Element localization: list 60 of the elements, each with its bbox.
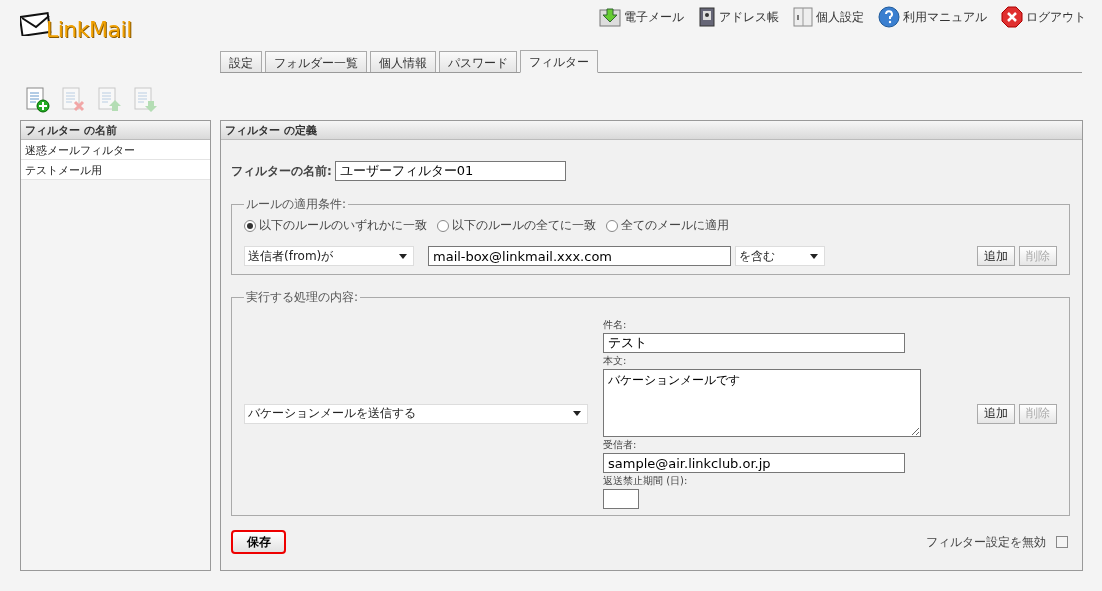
radio-button[interactable] <box>437 219 449 232</box>
recipient-field[interactable]: sample@air.linkclub.or.jp <box>603 453 905 473</box>
locker-icon <box>793 7 813 27</box>
checkbox[interactable] <box>1056 536 1068 548</box>
nav-label: ログアウト <box>1026 8 1086 26</box>
document-delete-icon <box>61 86 86 113</box>
field-label: 件名: <box>603 318 628 332</box>
inbox-download-icon <box>599 7 621 27</box>
condition-value-field[interactable]: mail-box@linkmail.xxx.com <box>428 246 731 266</box>
document-add-icon <box>25 86 50 113</box>
body-field[interactable]: バケーションメールです <box>603 369 921 437</box>
nav-link[interactable]: 電子メール <box>599 6 684 28</box>
period-field[interactable] <box>603 489 639 509</box>
caret-icon <box>399 253 407 259</box>
filter-name-field[interactable]: ユーザーフィルター01 <box>334 161 566 181</box>
tab[interactable]: 個人情報 <box>370 51 436 72</box>
document-up-icon <box>97 86 122 113</box>
checkbox-label: フィルター設定を無効 <box>926 533 1046 551</box>
tab[interactable]: フィルター <box>520 50 598 73</box>
nav-label: アドレス帳 <box>719 8 779 26</box>
panel-header: フィルター の名前 <box>21 121 210 140</box>
nav-link[interactable]: ログアウト <box>1001 6 1086 28</box>
nav-link[interactable]: アドレス帳 <box>698 6 779 28</box>
radio-button[interactable] <box>606 219 618 232</box>
radio-label: 以下のルールの全てに一致 <box>452 217 596 234</box>
action-button[interactable]: 追加 <box>977 246 1015 266</box>
subject-field[interactable]: テスト <box>603 333 905 353</box>
nav-label: 個人設定 <box>816 8 864 26</box>
nav-label: 利用マニュアル <box>903 8 987 26</box>
document-down-icon <box>133 86 158 113</box>
tab[interactable]: フォルダー一覧 <box>265 51 367 72</box>
logo-text: LinkMail <box>46 17 132 42</box>
field-label: 返送禁止期間 (日): <box>603 474 689 488</box>
tab[interactable]: 設定 <box>220 51 262 72</box>
help-icon <box>878 6 900 28</box>
radio-label: 以下のルールのいずれかに一致 <box>259 217 427 234</box>
save-button[interactable]: 保存 <box>231 530 286 554</box>
action-dropdown[interactable]: バケーションメールを送信する <box>244 403 588 424</box>
filter-list-item[interactable]: 迷惑メールフィルター <box>21 140 210 160</box>
caret-icon <box>573 411 581 416</box>
nav-link[interactable]: 個人設定 <box>793 6 864 28</box>
toolbar-button[interactable] <box>25 86 50 113</box>
operator-dropdown[interactable]: を含む <box>735 246 825 266</box>
nav-label: 電子メール <box>624 8 684 26</box>
field-label: フィルターの名前: <box>231 162 332 180</box>
radio-label: 全てのメールに適用 <box>621 217 729 234</box>
group-legend: ルールの適用条件: <box>244 196 349 213</box>
action-button[interactable]: 追加 <box>977 403 1015 424</box>
radio-button[interactable] <box>244 219 256 232</box>
field-label: 受信者: <box>603 438 638 452</box>
caret-icon <box>810 253 818 259</box>
address-book-icon <box>698 7 716 27</box>
close-icon <box>1001 6 1023 28</box>
field-label: 本文: <box>603 354 628 368</box>
tab[interactable]: パスワード <box>439 51 517 72</box>
panel-header: フィルター の定義 <box>221 121 1082 140</box>
nav-link[interactable]: 利用マニュアル <box>878 6 987 28</box>
field-dropdown[interactable]: 送信者(from)が <box>244 246 414 266</box>
filter-list-item[interactable]: テストメール用 <box>21 160 210 180</box>
group-legend: 実行する処理の内容: <box>244 289 361 306</box>
